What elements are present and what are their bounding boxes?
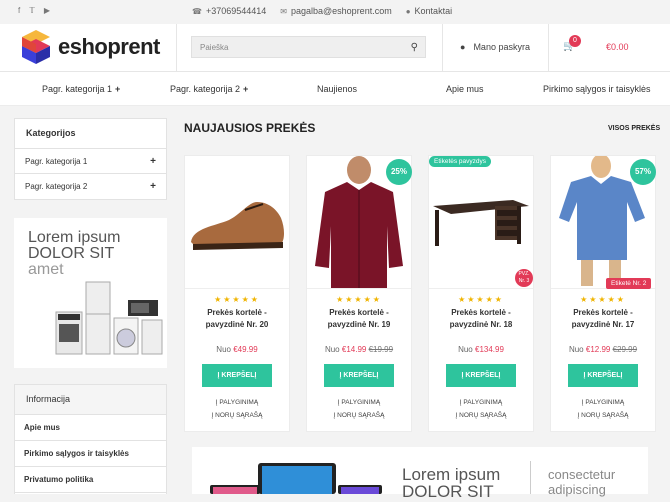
- rating-stars: ★★★★★: [336, 295, 382, 304]
- product-price: Nuo €49.99: [216, 345, 258, 354]
- product-price: Nuo €14.99 €19.99: [324, 345, 394, 354]
- header: eshoprent Paieška ⚲ ● Mano paskyra 🛒 0 €…: [0, 24, 670, 72]
- rating-stars: ★★★★★: [214, 295, 260, 304]
- info-title: Informacija: [15, 385, 166, 415]
- product-name[interactable]: Prekės kortelė - pavyzdinė Nr. 17: [557, 307, 649, 331]
- account-label: Mano paskyra: [473, 42, 530, 52]
- wishlist-link[interactable]: Į NORŲ SĄRAŠĄ: [429, 412, 533, 419]
- divider: [548, 24, 549, 72]
- bottom-banner-right-1: consectetur: [548, 467, 616, 482]
- cart-count-badge: 0: [569, 35, 581, 47]
- rating-stars: ★★★★★: [458, 295, 504, 304]
- info-item-terms[interactable]: Pirkimo sąlygos ir taisyklės: [15, 441, 166, 467]
- facebook-icon[interactable]: f: [18, 6, 20, 15]
- shoe-image: [191, 202, 284, 250]
- nav-item-category-1[interactable]: Pagr. kategorija 1 +: [42, 84, 120, 94]
- product-card[interactable]: Etiketės pavyzdys PVZ. Nr. 3 ★★★★★ Prekė…: [428, 155, 534, 432]
- product-image[interactable]: [429, 156, 533, 289]
- rating-stars: ★★★★★: [580, 295, 626, 304]
- cart-total[interactable]: €0.00: [606, 42, 629, 52]
- product-label-badge-red: Etiketė Nr. 2: [606, 278, 652, 289]
- search-placeholder: Paieška: [200, 43, 229, 52]
- divider: [530, 461, 531, 494]
- laptops-image: [210, 463, 382, 494]
- search-icon[interactable]: ⚲: [411, 42, 418, 53]
- info-item-privacy[interactable]: Privatumo politika: [15, 467, 166, 493]
- plus-icon[interactable]: +: [150, 174, 156, 199]
- categories-box: Kategorijos Pagr. kategorija 1 + Pagr. ka…: [14, 118, 167, 200]
- logo-text: eshoprent: [58, 34, 160, 59]
- nav-item-news[interactable]: Naujienos: [317, 84, 357, 94]
- divider: [442, 24, 443, 72]
- product-card[interactable]: ★★★★★ Prekės kortelė - pavyzdinė Nr. 20 …: [184, 155, 290, 432]
- plus-icon[interactable]: +: [150, 149, 156, 174]
- social-links: f 𝕋 ▶: [18, 6, 50, 15]
- location-pin-icon: ●: [405, 7, 411, 16]
- envelope-icon: ✉: [280, 7, 287, 16]
- nav-item-terms[interactable]: Pirkimo sąlygos ir taisyklės: [543, 84, 651, 94]
- product-image[interactable]: [185, 156, 289, 289]
- add-to-cart-button[interactable]: Į KREPŠELĮ: [446, 364, 516, 387]
- divider: [176, 24, 177, 72]
- nav-item-category-2[interactable]: Pagr. kategorija 2 +: [170, 84, 248, 94]
- plus-icon: +: [243, 84, 249, 94]
- desk-image: [433, 200, 529, 246]
- product-name[interactable]: Prekės kortelė - pavyzdinė Nr. 20: [191, 307, 283, 331]
- compare-link[interactable]: Į PALYGINIMĄ: [551, 399, 655, 406]
- add-to-cart-button[interactable]: Į KREPŠELĮ: [202, 364, 272, 387]
- info-item-about[interactable]: Apie mus: [15, 415, 166, 441]
- user-icon: ●: [460, 42, 466, 52]
- categories-title: Kategorijos: [15, 119, 166, 149]
- product-name[interactable]: Prekės kortelė - pavyzdinė Nr. 19: [313, 307, 405, 331]
- wishlist-link[interactable]: Į NORŲ SĄRAŠĄ: [307, 412, 411, 419]
- sidebar-category-1[interactable]: Pagr. kategorija 1 +: [15, 149, 166, 174]
- email-contact[interactable]: ✉ pagalba@eshoprent.com: [280, 6, 391, 16]
- nav-item-about[interactable]: Apie mus: [446, 84, 484, 94]
- wishlist-link[interactable]: Į NORŲ SĄRAŠĄ: [185, 412, 289, 419]
- bottom-banner-right-2: adipiscing: [548, 482, 606, 497]
- info-box: Informacija Apie mus Pirkimo sąlygos ir …: [14, 384, 167, 494]
- phone-contact[interactable]: ☎ +37069544414: [192, 6, 266, 16]
- top-bar: f 𝕋 ▶ ☎ +37069544414 ✉ pagalba@eshoprent.c…: [0, 0, 670, 24]
- logo[interactable]: eshoprent: [20, 28, 160, 66]
- main-nav: Pagr. kategorija 1 + Pagr. kategorija 2 + …: [0, 72, 670, 106]
- contacts-link[interactable]: ● Kontaktai: [406, 6, 452, 16]
- product-name[interactable]: Prekės kortelė - pavyzdinė Nr. 18: [435, 307, 527, 331]
- product-card[interactable]: 25% ★★★★★ Prekės kortelė - pavyzdinė Nr.…: [306, 155, 412, 432]
- banner-line-3: amet: [28, 261, 64, 278]
- appliances-image: [55, 281, 163, 355]
- wishlist-link[interactable]: Į NORŲ SĄRAŠĄ: [551, 412, 655, 419]
- sidebar-category-2[interactable]: Pagr. kategorija 2 +: [15, 174, 166, 199]
- compare-link[interactable]: Į PALYGINIMĄ: [429, 399, 533, 406]
- label-badge-3: PVZ. Nr. 3: [515, 269, 533, 287]
- section-title: NAUJAUSIOS PREKĖS: [184, 121, 316, 135]
- discount-badge: 25%: [386, 159, 412, 185]
- compare-link[interactable]: Į PALYGINIMĄ: [185, 399, 289, 406]
- product-label-badge: Etiketės pavyzdys: [429, 156, 492, 167]
- plus-icon: +: [115, 84, 121, 94]
- product-card[interactable]: 57% Etiketė Nr. 2 ★★★★★ Prekės kortelė -…: [550, 155, 656, 432]
- bottom-banner-line-2: DOLOR SIT: [402, 482, 494, 501]
- contact-info: ☎ +37069544414 ✉ pagalba@eshoprent.com ● Ko…: [192, 6, 452, 16]
- sidebar-promo-banner[interactable]: Lorem ipsum DOLOR SIT amet: [14, 218, 167, 368]
- add-to-cart-button[interactable]: Į KREPŠELĮ: [568, 364, 638, 387]
- phone-icon: ☎: [192, 7, 202, 16]
- product-price: Nuo €12.99 €29.99: [568, 345, 638, 354]
- logo-icon: [22, 30, 50, 64]
- youtube-icon[interactable]: ▶: [44, 6, 50, 15]
- view-all-link[interactable]: VISOS PREKĖS: [608, 125, 660, 132]
- twitter-icon[interactable]: 𝕋: [29, 6, 35, 15]
- account-link[interactable]: ● Mano paskyra: [460, 42, 530, 52]
- discount-badge: 57%: [630, 159, 656, 185]
- product-price: Nuo €134.99: [458, 345, 504, 354]
- compare-link[interactable]: Į PALYGINIMĄ: [307, 399, 411, 406]
- promo-banner-bottom[interactable]: Lorem ipsum DOLOR SIT consectetur adipis…: [192, 447, 648, 501]
- search-input[interactable]: Paieška ⚲: [191, 36, 426, 58]
- add-to-cart-button[interactable]: Į KREPŠELĮ: [324, 364, 394, 387]
